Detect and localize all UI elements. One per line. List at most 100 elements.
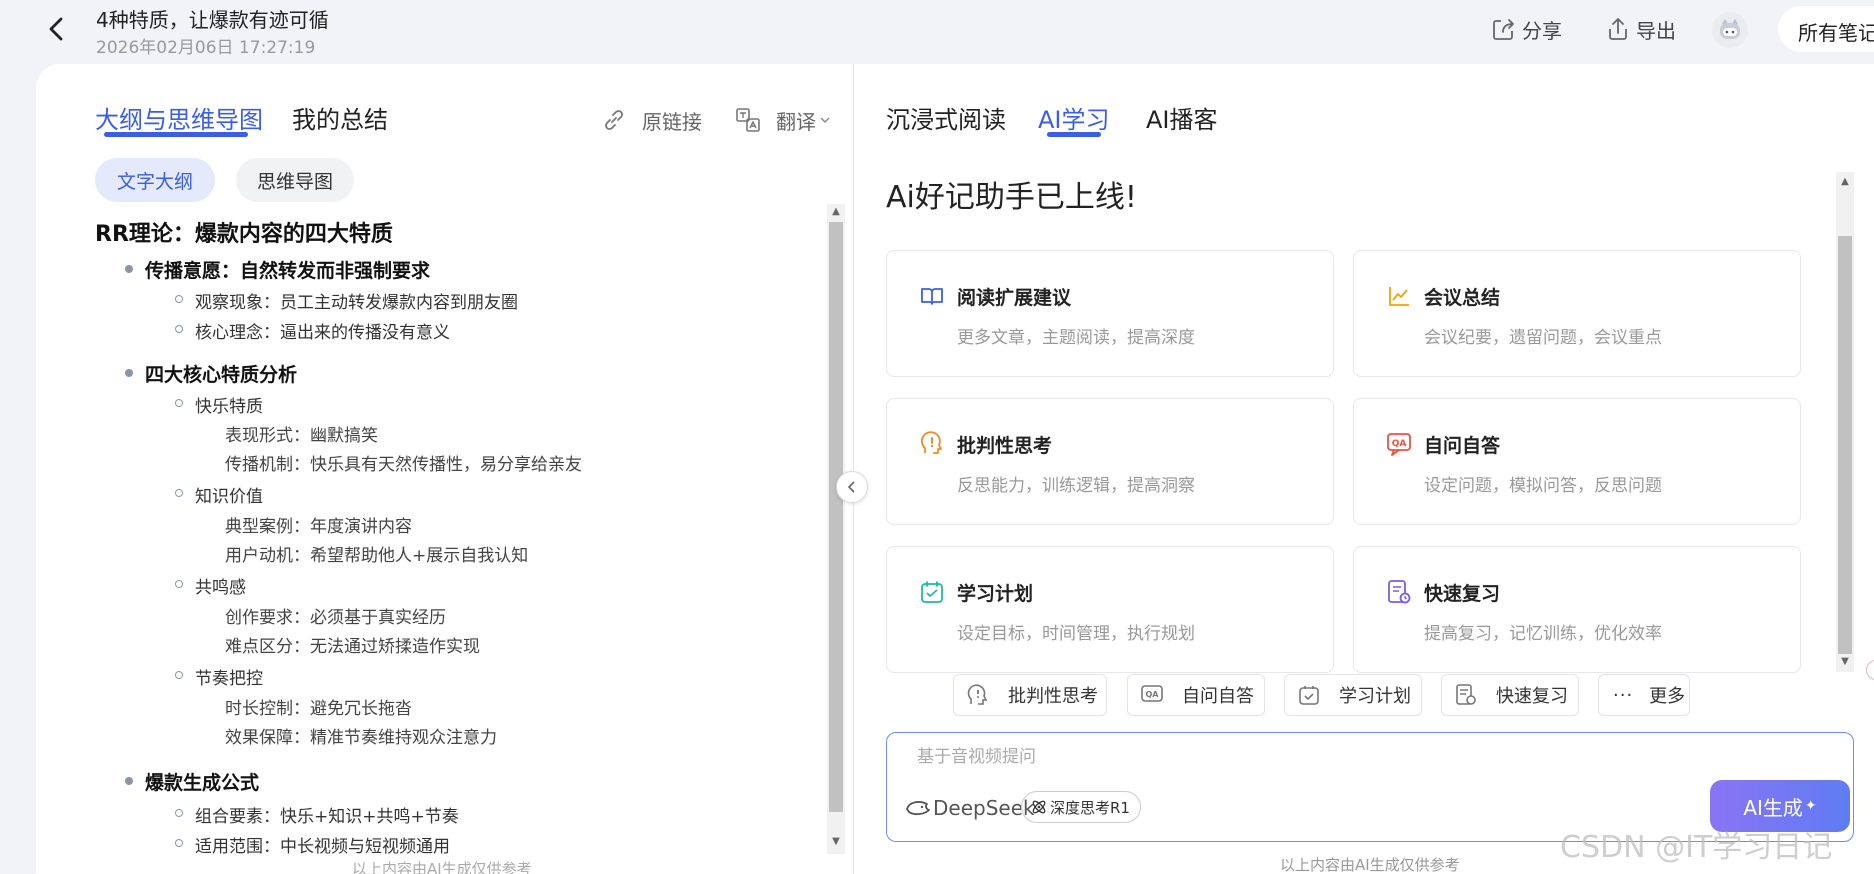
translate-label: 翻译 (776, 109, 816, 134)
tab-ai-learning[interactable]: AI学习 (1038, 100, 1110, 135)
chevron-left-icon (49, 17, 63, 41)
review-icon (1456, 684, 1476, 705)
collapse-panel-button[interactable] (836, 471, 868, 503)
deep-think-toggle[interactable]: 深度思考R1 (1021, 791, 1141, 823)
watermark-text: CSDN @IT学习日记 (1560, 830, 1833, 865)
export-label: 导出 (1636, 18, 1676, 43)
tab-outline-mindmap[interactable]: 大纲与思维导图 (95, 100, 263, 135)
svg-text:QA: QA (1146, 690, 1160, 699)
quick-chip-quick-review[interactable]: 快速复习 (1441, 674, 1579, 716)
outline-item: 适用范围：中长视频与短视频通用 (175, 832, 450, 857)
outline-item: 共鸣感 (175, 573, 246, 598)
quick-chip-label: 学习计划 (1339, 686, 1411, 707)
feature-desc: 设定问题，模拟问答，反思问题 (1424, 476, 1662, 496)
outline-subitem: 时长控制：避免冗长拖沓 (225, 699, 412, 719)
deepseek-whale-icon (906, 801, 930, 816)
head-alert-icon (919, 431, 945, 457)
panel-divider (853, 64, 854, 874)
tab-ai-podcast[interactable]: AI播客 (1146, 100, 1218, 135)
scroll-down-arrow[interactable]: ▼ (827, 834, 845, 850)
chart-line-icon (1386, 283, 1412, 309)
export-icon (1609, 18, 1627, 40)
export-button[interactable]: 导出 (1604, 12, 1676, 46)
book-icon (919, 283, 945, 309)
outline-content: RR理论：爆款内容的四大特质 传播意愿：自然转发而非强制要求 观察现象：员工主动… (95, 212, 820, 872)
head-alert-icon (967, 684, 988, 705)
ai-question-input[interactable] (917, 747, 1617, 767)
outline-item: 知识价值 (175, 482, 263, 507)
quick-chip-label: 快速复习 (1496, 686, 1568, 707)
quick-chip-self-qa[interactable]: QA 自问自答 (1127, 674, 1265, 716)
translate-icon (736, 108, 760, 132)
feature-title: 自问自答 (1424, 435, 1501, 457)
share-icon (1493, 19, 1514, 40)
ai-welcome-heading: Ai好记助手已上线! (886, 180, 1137, 215)
right-ai-disclaimer: 以上内容由AI生成仅供参考 (1280, 856, 1460, 874)
ai-panel-scrollbar-thumb[interactable] (1838, 236, 1852, 654)
tab-my-summary[interactable]: 我的总结 (292, 100, 388, 135)
calendar-icon (1299, 686, 1319, 705)
feature-title: 批判性思考 (957, 435, 1053, 457)
mindmap-chip[interactable]: 思维导图 (236, 158, 354, 202)
feature-title: 学习计划 (957, 583, 1034, 605)
outline-subitem: 表现形式：幽默搞笑 (225, 426, 378, 446)
atom-icon (1032, 800, 1046, 814)
chevron-left-icon (847, 481, 855, 493)
text-outline-chip[interactable]: 文字大纲 (95, 158, 215, 202)
feature-title: 会议总结 (1424, 287, 1501, 309)
outline-item: 快乐特质 (175, 392, 263, 417)
qa-icon: QA (1386, 431, 1412, 457)
outline-subitem: 典型案例：年度演讲内容 (225, 517, 412, 537)
chevron-down-icon (820, 117, 830, 123)
outline-subitem: 创作要求：必须基于真实经历 (225, 608, 446, 628)
feature-desc: 会议纪要，遗留问题，会议重点 (1424, 328, 1662, 348)
back-button[interactable] (42, 14, 72, 44)
feature-card-meeting-summary[interactable]: 会议总结 会议纪要，遗留问题，会议重点 (1353, 250, 1801, 377)
review-icon (1386, 579, 1412, 605)
more-button[interactable]: ··· 更多 (1598, 674, 1690, 716)
qa-icon: QA (1141, 685, 1163, 702)
outline-heading: 传播意愿：自然转发而非强制要求 (124, 256, 430, 283)
scroll-up-arrow[interactable]: ▲ (827, 204, 845, 220)
calendar-icon (919, 579, 945, 605)
more-label: 更多 (1649, 686, 1686, 707)
model-selector[interactable]: DeepSeek (905, 793, 1035, 823)
link-icon (605, 110, 623, 130)
feature-card-quick-review[interactable]: 快速复习 提高复习，记忆训练，优化效率 (1353, 546, 1801, 673)
outline-item: 节奏把控 (175, 664, 263, 689)
feature-card-study-plan[interactable]: 学习计划 设定目标，时间管理，执行规划 (886, 546, 1334, 673)
feature-desc: 反思能力，训练逻辑，提高洞察 (957, 476, 1195, 496)
ai-generate-label: AI生成 (1743, 795, 1803, 820)
ellipsis-icon: ··· (1613, 684, 1634, 706)
svg-text:QA: QA (1392, 439, 1407, 449)
sparkle-icon: ✦ (1804, 798, 1817, 814)
scroll-down-arrow[interactable]: ▼ (1836, 654, 1854, 670)
outline-scrollbar-thumb[interactable] (829, 222, 843, 812)
quick-chip-study-plan[interactable]: 学习计划 (1284, 674, 1422, 716)
note-timestamp: 2026年02月06日 17:27:19 (96, 38, 316, 58)
feature-card-self-qa[interactable]: QA 自问自答 设定问题，模拟问答，反思问题 (1353, 398, 1801, 525)
robot-icon (1720, 19, 1740, 39)
original-link-button[interactable]: 原链接 (600, 104, 702, 136)
feature-title: 阅读扩展建议 (957, 287, 1072, 309)
outline-heading: 四大核心特质分析 (124, 360, 297, 387)
assistant-avatar[interactable] (1712, 12, 1748, 48)
feature-card-reading-expansion[interactable]: 阅读扩展建议 更多文章，主题阅读，提高深度 (886, 250, 1334, 377)
quick-chip-critical-thinking[interactable]: 批判性思考 (953, 674, 1107, 716)
outline-subitem: 用户动机：希望帮助他人+展示自我认知 (225, 546, 529, 566)
active-tab-underline (1047, 132, 1101, 137)
outline-item: 观察现象：员工主动转发爆款内容到朋友圈 (175, 288, 518, 313)
model-name-label: DeepSeek (933, 796, 1035, 820)
scroll-up-arrow[interactable]: ▲ (1836, 174, 1854, 190)
all-notes-button[interactable]: 所有笔记 (1778, 6, 1874, 52)
deep-think-label: 深度思考R1 (1050, 798, 1130, 817)
quick-chip-label: 自问自答 (1182, 686, 1254, 707)
feature-card-critical-thinking[interactable]: 批判性思考 反思能力，训练逻辑，提高洞察 (886, 398, 1334, 525)
original-link-label: 原链接 (642, 109, 702, 134)
note-title: 4种特质，让爆款有迹可循 (96, 8, 329, 32)
share-button[interactable]: 分享 (1490, 12, 1562, 46)
quick-chip-label: 批判性思考 (1008, 686, 1098, 707)
translate-button[interactable]: 翻译 (734, 104, 831, 136)
tab-immersive-reading[interactable]: 沉浸式阅读 (886, 100, 1006, 135)
outline-subitem: 效果保障：精准节奏维持观众注意力 (225, 728, 497, 748)
